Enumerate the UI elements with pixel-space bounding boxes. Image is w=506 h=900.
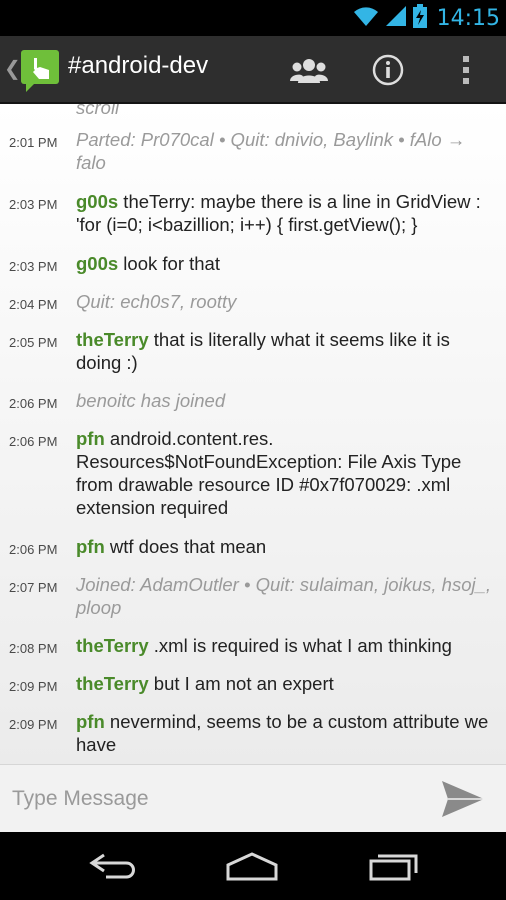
- message-text: pfn wtf does that mean: [76, 536, 267, 557]
- message-nick[interactable]: theTerry: [76, 673, 149, 694]
- signal-icon: [385, 5, 407, 31]
- message-text: Quit: ech0s7, rootty: [76, 291, 237, 312]
- message-time: 2:01 PM: [9, 135, 58, 150]
- info-icon[interactable]: [364, 46, 412, 94]
- message-time: 2:06 PM: [9, 434, 58, 449]
- message-text: theTerry but I am not an expert: [76, 673, 334, 694]
- message-time: 2:09 PM: [9, 717, 58, 732]
- status-clock: 14:15: [436, 5, 500, 31]
- message-text: pfn nevermind, seems to be a custom attr…: [76, 711, 489, 755]
- message-text: g00s look for that: [76, 253, 220, 274]
- message-time: 2:03 PM: [9, 197, 58, 212]
- message-nick[interactable]: pfn: [76, 536, 105, 557]
- message-time: 2:09 PM: [9, 679, 58, 694]
- message-text: Joined: AdamOutler • Quit: sulaiman, joi…: [76, 574, 492, 618]
- action-bar: ❮ #android-dev: [0, 36, 506, 104]
- message-text: pfn android.content.res. Resources$NotFo…: [76, 428, 462, 518]
- message-text: g00s theTerry: maybe there is a line in …: [76, 191, 481, 235]
- users-icon[interactable]: [285, 46, 333, 94]
- message-nick[interactable]: g00s: [76, 191, 118, 212]
- home-icon[interactable]: [222, 846, 282, 886]
- wifi-icon: [353, 5, 379, 31]
- status-icons: 14:15: [353, 0, 500, 36]
- message-time: 2:04 PM: [9, 297, 58, 312]
- message-text: benoitc has joined: [76, 390, 226, 411]
- app-logo-icon[interactable]: [20, 48, 60, 92]
- message-nick[interactable]: theTerry: [76, 635, 149, 656]
- send-icon[interactable]: [440, 779, 486, 819]
- message-time: 2:05 PM: [9, 335, 58, 350]
- channel-title: #android-dev: [68, 52, 209, 79]
- message-time: 2:06 PM: [9, 542, 58, 557]
- message-text: theTerry .xml is required is what I am t…: [76, 635, 452, 656]
- message-text: scroll: [76, 104, 120, 118]
- message-input[interactable]: Type Message: [12, 787, 149, 811]
- message-text: Parted: Pr070cal • Quit: dnivio, Baylink…: [76, 129, 466, 173]
- battery-charging-icon: [412, 4, 427, 32]
- message-time: 2:03 PM: [9, 259, 58, 274]
- message-nick[interactable]: pfn: [76, 711, 105, 732]
- message-input-bar: Type Message: [0, 764, 506, 833]
- overflow-menu-icon[interactable]: [442, 46, 490, 94]
- navigation-bar: [0, 832, 506, 900]
- status-bar: 14:15: [0, 0, 506, 36]
- message-time: 2:07 PM: [9, 580, 58, 595]
- message-text: theTerry that is literally what it seems…: [76, 329, 450, 373]
- up-caret-icon[interactable]: ❮: [4, 56, 21, 80]
- message-nick[interactable]: theTerry: [76, 329, 149, 350]
- chat-history[interactable]: scroll 2:01 PM Parted: Pr070cal • Quit: …: [0, 104, 506, 764]
- message-time: 2:06 PM: [9, 396, 58, 411]
- message-nick[interactable]: g00s: [76, 253, 118, 274]
- recent-apps-icon[interactable]: [364, 846, 424, 886]
- message-time: 2:08 PM: [9, 641, 58, 656]
- back-icon[interactable]: [82, 846, 142, 886]
- message-nick[interactable]: pfn: [76, 428, 105, 449]
